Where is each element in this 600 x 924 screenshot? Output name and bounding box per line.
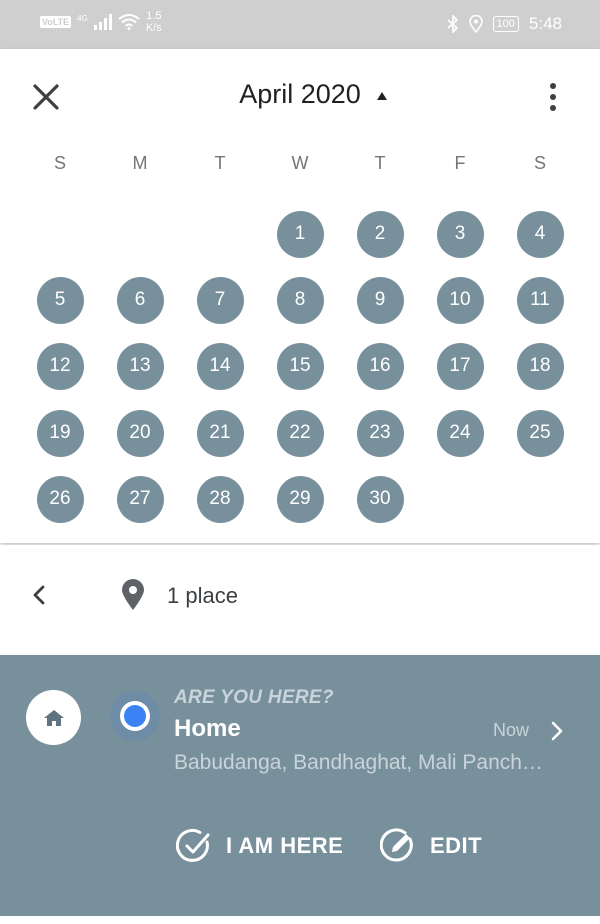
calendar-day[interactable]: 23 (356, 409, 404, 457)
previous-button[interactable] (28, 583, 52, 607)
calendar-day[interactable]: 14 (196, 342, 244, 390)
home-icon (43, 709, 64, 726)
i-am-here-button[interactable]: I AM HERE (176, 826, 343, 866)
calendar-day[interactable]: 2 (356, 210, 404, 258)
edit-button[interactable]: EDIT (380, 826, 482, 866)
chevron-right-icon (551, 721, 563, 741)
visit-time: Now (493, 720, 530, 740)
weekday-label: M (132, 153, 148, 173)
status-bar: VoLTE 4G 1.5 K/s 100 5:48 (0, 0, 600, 49)
calendar-day[interactable]: 11 (516, 276, 564, 324)
network-speed: 1.5 K/s (146, 10, 162, 34)
place-name[interactable]: Home (174, 715, 241, 743)
check-circle-icon (176, 829, 210, 862)
weekday-label: S (533, 153, 546, 173)
location-pin-icon (120, 579, 146, 611)
status-bar-right: 100 5:48 (447, 14, 562, 34)
details-button[interactable] (548, 720, 566, 742)
bottom-spacer (0, 916, 600, 924)
chevron-left-icon (33, 585, 45, 605)
calendar-day[interactable]: 13 (116, 342, 164, 390)
month-selector[interactable]: April 2020 (0, 79, 600, 110)
location-status-icon (468, 15, 483, 33)
calendar-day[interactable]: 10 (436, 276, 484, 324)
calendar-day[interactable]: 8 (276, 276, 324, 324)
calendar-day[interactable]: 19 (36, 409, 84, 457)
network-speed-value: 1.5 (146, 10, 162, 22)
weekday-label: F (454, 153, 466, 173)
home-badge (26, 690, 81, 745)
calendar-day[interactable]: 24 (436, 409, 484, 457)
calendar-day[interactable]: 20 (116, 409, 164, 457)
calendar-day[interactable]: 25 (516, 409, 564, 457)
calendar-day[interactable]: 9 (356, 276, 404, 324)
calendar-day[interactable]: 6 (116, 276, 164, 324)
calendar-day[interactable]: 22 (276, 409, 324, 457)
weekday-label: W (291, 153, 309, 173)
calendar-day[interactable]: 4 (516, 210, 564, 258)
calendar-day[interactable]: 5 (36, 276, 84, 324)
calendar-day[interactable]: 29 (276, 475, 324, 523)
calendar-day[interactable]: 3 (436, 210, 484, 258)
status-bar-left: VoLTE 4G 1.5 K/s (40, 10, 162, 34)
network-label: 4G (77, 13, 88, 23)
battery-indicator: 100 (492, 16, 519, 32)
place-count: 1 place (167, 583, 238, 608)
more-options-button[interactable] (544, 81, 562, 113)
calendar-day[interactable]: 18 (516, 342, 564, 390)
place-summary-bar: 1 place (0, 545, 600, 653)
calendar-day[interactable]: 28 (196, 475, 244, 523)
weekday-label: S (53, 153, 66, 173)
network-speed-unit: K/s (145, 22, 162, 34)
calendar-day[interactable]: 16 (356, 342, 404, 390)
calendar-day[interactable]: 7 (196, 276, 244, 324)
signal-icon (93, 14, 112, 30)
calendar-day[interactable]: 15 (276, 342, 324, 390)
selection-radio-fill (124, 705, 146, 727)
calendar-day[interactable]: 1 (276, 210, 324, 258)
calendar-panel: April 2020 SMTWTFS 1 2 3 4 5 6 7 8 9 10 11 12 13 14 15… (0, 49, 600, 543)
calendar-day[interactable]: 21 (196, 409, 244, 457)
i-am-here-label: I AM HERE (226, 833, 344, 858)
more-vert-icon (550, 83, 556, 111)
clock: 5:48 (528, 14, 562, 33)
calendar-day[interactable]: 26 (36, 475, 84, 523)
calendar-day[interactable]: 17 (436, 342, 484, 390)
wifi-icon (118, 14, 140, 30)
weekday-header: SMTWTFS (0, 153, 600, 179)
weekday-label: T (374, 153, 386, 173)
calendar-day[interactable]: 30 (356, 475, 404, 523)
calendar-day[interactable]: 12 (36, 342, 84, 390)
visit-prompt: ARE YOU HERE? (174, 687, 334, 708)
edit-circle-icon (380, 828, 413, 862)
edit-label: EDIT (430, 833, 483, 858)
volte-badge: VoLTE (40, 16, 72, 28)
bluetooth-icon (447, 15, 458, 33)
calendar-day[interactable]: 27 (116, 475, 164, 523)
place-address: Babudanga, Bandhaghat, Mali Panch… (174, 751, 543, 774)
month-title: April 2020 (239, 79, 361, 109)
triangle-up-icon (377, 92, 387, 100)
visit-card: ARE YOU HERE? Home Now Babudanga, Bandha… (0, 655, 600, 916)
weekday-label: T (214, 153, 226, 173)
